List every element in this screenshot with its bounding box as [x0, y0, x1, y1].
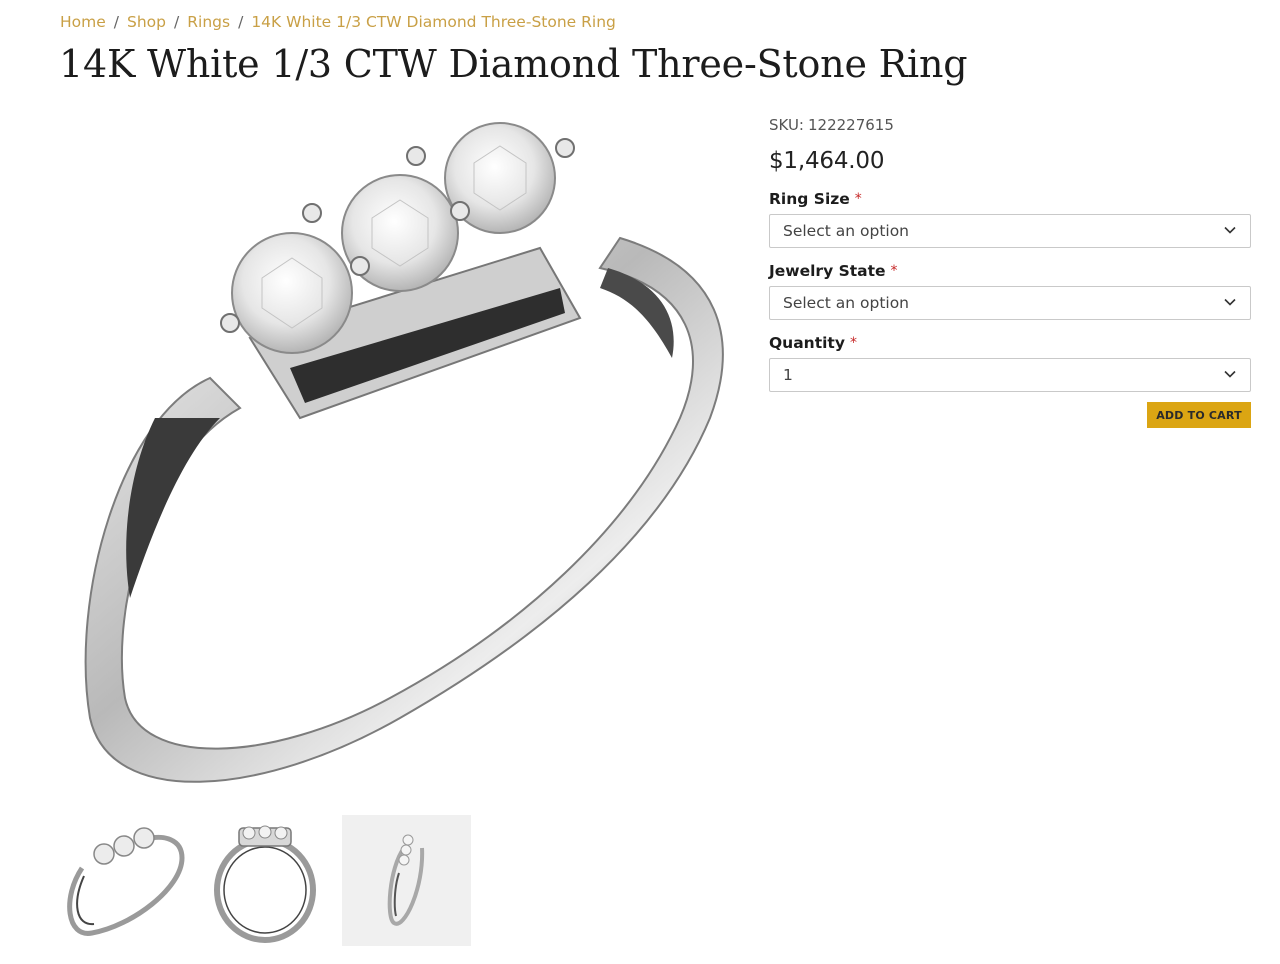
required-marker: * — [854, 191, 862, 207]
required-marker: * — [849, 335, 857, 351]
quantity-label: Quantity * — [769, 334, 1251, 352]
product-price: $1,464.00 — [769, 148, 885, 174]
ring-size-value: Select an option — [783, 222, 910, 240]
jewelry-state-select[interactable]: Select an option — [769, 286, 1251, 320]
quantity-select[interactable]: 1 — [769, 358, 1251, 392]
breadcrumb: Home / Shop / Rings / 14K White 1/3 CTW … — [60, 13, 616, 31]
ring-size-label: Ring Size * — [769, 190, 1251, 208]
add-to-cart-button[interactable]: ADD TO CART — [1147, 402, 1251, 428]
jewelry-state-label-text: Jewelry State — [769, 262, 886, 280]
product-page: Home / Shop / Rings / 14K White 1/3 CTW … — [0, 0, 1280, 964]
jewelry-state-value: Select an option — [783, 294, 910, 312]
product-title: 14K White 1/3 CTW Diamond Three-Stone Ri… — [59, 42, 968, 86]
thumbnail-side-view[interactable] — [342, 815, 471, 946]
thumbnail-front-view[interactable] — [201, 815, 330, 946]
sku-label: SKU: — [769, 116, 804, 134]
product-thumbnails — [60, 815, 471, 946]
quantity-label-text: Quantity — [769, 334, 845, 352]
ring-thumbnail — [214, 825, 316, 943]
breadcrumb-rings[interactable]: Rings — [187, 13, 230, 31]
sku-value: 122227615 — [808, 116, 894, 134]
ring-size-label-text: Ring Size — [769, 190, 850, 208]
breadcrumb-shop[interactable]: Shop — [127, 13, 166, 31]
chevron-down-icon — [1224, 226, 1236, 234]
breadcrumb-separator: / — [113, 13, 120, 31]
ring-image — [84, 122, 724, 783]
ring-thumbnail — [387, 834, 425, 926]
ring-thumbnail — [67, 827, 185, 936]
product-sku: SKU: 122227615 — [769, 116, 1251, 134]
product-main-image[interactable] — [60, 118, 740, 798]
thumbnail-angle-view[interactable] — [60, 815, 189, 946]
breadcrumb-separator: / — [174, 13, 180, 31]
chevron-down-icon — [1224, 370, 1236, 378]
jewelry-state-label: Jewelry State * — [769, 262, 1251, 280]
product-summary: SKU: 122227615 $1,464.00 Ring Size * Sele… — [769, 116, 1251, 428]
breadcrumb-separator: / — [238, 13, 244, 31]
ring-size-select[interactable]: Select an option — [769, 214, 1251, 248]
quantity-value: 1 — [783, 366, 793, 384]
required-marker: * — [890, 263, 898, 279]
breadcrumb-current: 14K White 1/3 CTW Diamond Three-Stone Ri… — [251, 13, 616, 31]
chevron-down-icon — [1224, 298, 1236, 306]
breadcrumb-home[interactable]: Home — [60, 13, 106, 31]
